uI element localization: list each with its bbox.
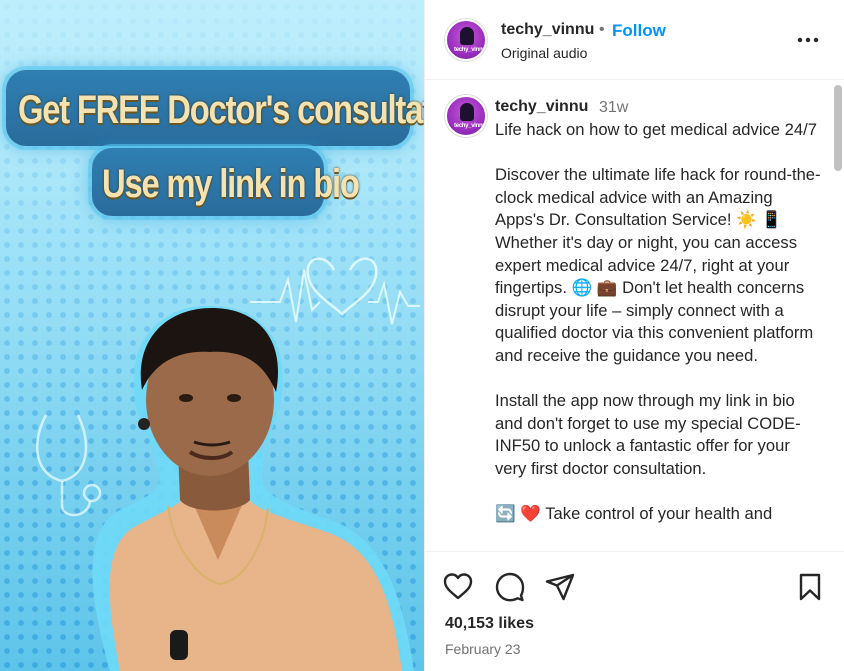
likes-count[interactable]: 40,153 likes bbox=[445, 615, 534, 633]
comment-icon[interactable] bbox=[495, 572, 525, 602]
avatar-label: techy_vinnu bbox=[454, 123, 486, 129]
author-username[interactable]: techy_vinnu bbox=[501, 21, 594, 39]
avatar-figure-icon bbox=[460, 27, 474, 45]
more-options-icon[interactable] bbox=[797, 30, 819, 50]
post-details-panel: techy_vinnu techy_vinnu • Follow Origina… bbox=[424, 0, 844, 671]
avatar-figure-icon bbox=[460, 103, 474, 121]
follow-button[interactable]: Follow bbox=[612, 21, 666, 41]
caption-avatar[interactable]: techy_vinnu bbox=[445, 95, 487, 137]
headline-line-2: Use my link in bio bbox=[102, 162, 360, 206]
audio-link[interactable]: Original audio bbox=[501, 45, 587, 61]
author-avatar[interactable]: techy_vinnu bbox=[445, 19, 487, 61]
post-media[interactable]: Get FREE Doctor's consultation, Use my l… bbox=[0, 0, 424, 671]
post-header: techy_vinnu techy_vinnu • Follow Origina… bbox=[425, 0, 844, 80]
separator-dot: • bbox=[599, 21, 605, 38]
post-actions: 40,153 likes February 23 bbox=[425, 551, 844, 671]
presenter-photo bbox=[92, 305, 414, 671]
bookmark-icon[interactable] bbox=[795, 572, 825, 602]
caption-section[interactable]: techy_vinnu techy_vinnu 31w Life hack on… bbox=[425, 81, 844, 551]
avatar-label: techy_vinnu bbox=[454, 47, 486, 53]
caption-timestamp[interactable]: 31w bbox=[599, 99, 628, 117]
share-icon[interactable] bbox=[545, 572, 575, 602]
caption-username[interactable]: techy_vinnu bbox=[495, 98, 588, 116]
heart-icon[interactable] bbox=[443, 572, 473, 602]
post-date[interactable]: February 23 bbox=[445, 641, 520, 657]
caption-text: Life hack on how to get medical advice 2… bbox=[495, 120, 821, 524]
caption-scrollbar-thumb[interactable] bbox=[834, 85, 842, 171]
headline-line-1: Get FREE Doctor's consultation, bbox=[18, 88, 424, 132]
